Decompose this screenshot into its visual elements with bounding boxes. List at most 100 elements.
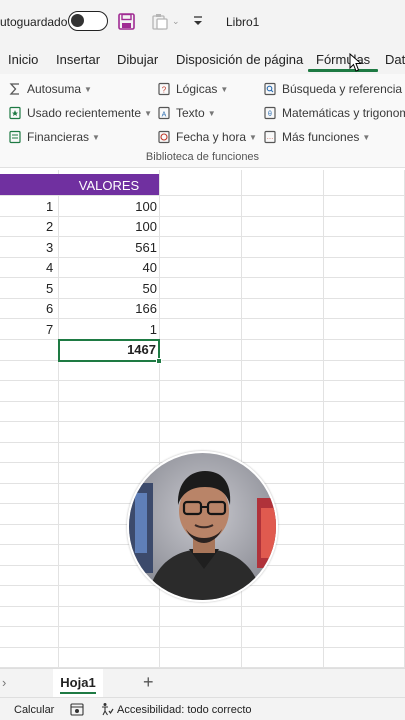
sheet-tab-hoja1[interactable]: Hoja1 (53, 669, 103, 697)
logicas-label: Lógicas (176, 82, 218, 96)
fecha-hora-button[interactable]: Fecha y hora ▼ (157, 128, 257, 146)
value-cell[interactable]: 100 (60, 199, 157, 214)
row-gridline (0, 236, 405, 237)
row-gridline (0, 647, 405, 648)
math-book-icon: θ (263, 106, 277, 120)
row-gridline (0, 442, 405, 443)
autosave-toggle[interactable] (68, 11, 108, 31)
total-value: 1467 (127, 342, 156, 357)
busqueda-referencia-button[interactable]: Búsqueda y referencia ▼ (263, 80, 405, 98)
index-cell[interactable]: 5 (46, 281, 53, 296)
chevron-down-icon: ▼ (92, 132, 100, 142)
chevron-right-icon[interactable]: › (2, 675, 6, 690)
column-gridline (241, 170, 242, 668)
mas-funciones-label: Más funciones (282, 130, 360, 144)
row-gridline (0, 606, 405, 607)
accessibility-icon[interactable] (100, 702, 114, 716)
macro-recording-icon[interactable] (70, 703, 84, 716)
column-gridline (159, 170, 160, 668)
sheet-tabs-bar: › Hoja1 + (0, 668, 405, 697)
title-bar: utoguardado ⌄ Libro1 (0, 0, 405, 44)
svg-text:θ: θ (268, 111, 272, 118)
index-cell[interactable]: 7 (46, 322, 53, 337)
texto-label: Texto (176, 106, 205, 120)
index-cell[interactable]: 3 (46, 240, 53, 255)
financieras-label: Financieras (27, 130, 90, 144)
row-gridline (0, 401, 405, 402)
autosuma-button[interactable]: Autosuma ▼ (8, 80, 92, 98)
sigma-icon (8, 82, 22, 96)
tab-inicio[interactable]: Inicio (8, 52, 38, 67)
chevron-down-icon[interactable]: ⌄ (172, 16, 180, 27)
value-cell[interactable]: 1 (60, 322, 157, 337)
svg-text:?: ? (162, 86, 167, 95)
texto-button[interactable]: A Texto ▼ (157, 104, 216, 122)
function-library-group-label: Biblioteca de funciones (145, 151, 260, 163)
autosave-toggle-knob (71, 14, 84, 27)
column-gridline (58, 170, 59, 668)
row-gridline (0, 626, 405, 627)
clipboard-icon[interactable] (152, 13, 168, 30)
chevron-down-icon: ▼ (249, 132, 257, 142)
more-functions-icon: … (263, 130, 277, 144)
ribbon-tabs: Inicio Insertar Dibujar Disposición de p… (0, 44, 405, 74)
accessibility-status[interactable]: Accesibilidad: todo correcto (117, 704, 252, 716)
row-gridline (0, 421, 405, 422)
column-gridline (323, 170, 324, 668)
index-cell[interactable]: 4 (46, 260, 53, 275)
value-cell[interactable]: 561 (60, 240, 157, 255)
value-cell[interactable]: 100 (60, 219, 157, 234)
status-bar: Calcular Accesibilidad: todo correcto (0, 697, 405, 720)
lookup-book-icon (263, 82, 277, 96)
tab-formulas[interactable]: Fórmulas (316, 52, 370, 67)
matematicas-button[interactable]: θ Matemáticas y trigonome (263, 104, 405, 122)
tab-dibujar[interactable]: Dibujar (117, 52, 158, 67)
mouse-cursor-icon (349, 53, 362, 72)
usado-recientemente-button[interactable]: Usado recientemente ▼ (8, 104, 152, 122)
row-gridline (0, 298, 405, 299)
fecha-hora-label: Fecha y hora (176, 130, 247, 144)
logicas-button[interactable]: ? Lógicas ▼ (157, 80, 228, 98)
index-cell[interactable]: 6 (46, 301, 53, 316)
chevron-down-icon: ▼ (220, 84, 229, 94)
svg-text:…: … (267, 134, 274, 141)
value-cell[interactable]: 166 (60, 301, 157, 316)
customize-toolbar-icon[interactable] (192, 14, 204, 28)
row-gridline (0, 195, 405, 196)
matematicas-label: Matemáticas y trigonome (282, 106, 405, 120)
tab-disposicion[interactable]: Disposición de página (176, 52, 303, 67)
tab-insertar[interactable]: Insertar (56, 52, 100, 67)
tab-datos[interactable]: Dat (385, 52, 405, 67)
row-gridline (0, 380, 405, 381)
row-gridline (0, 257, 405, 258)
index-cell[interactable]: 1 (46, 199, 53, 214)
row-gridline (0, 277, 405, 278)
save-icon[interactable] (118, 13, 135, 30)
financieras-button[interactable]: Financieras ▼ (8, 128, 100, 146)
busqueda-referencia-label: Búsqueda y referencia (282, 82, 403, 96)
usado-recientemente-label: Usado recientemente (27, 106, 142, 120)
fill-handle[interactable] (156, 358, 162, 364)
clock-book-icon (157, 130, 171, 144)
sheet-tab-label: Hoja1 (60, 675, 96, 690)
mas-funciones-button[interactable]: … Más funciones ▼ (263, 128, 370, 146)
star-book-icon (8, 106, 22, 120)
finance-book-icon (8, 130, 22, 144)
webcam-overlay (127, 451, 278, 602)
presenter-avatar (129, 453, 276, 600)
value-cell[interactable]: 50 (60, 281, 157, 296)
chevron-down-icon: ▼ (362, 132, 371, 142)
row-gridline (0, 216, 405, 217)
index-cell[interactable]: 2 (46, 219, 53, 234)
sheet-tab-indicator (60, 692, 96, 694)
add-sheet-button[interactable]: + (143, 672, 154, 693)
active-tab-indicator (308, 69, 378, 72)
svg-text:A: A (162, 112, 167, 119)
ribbon-panel: Autosuma ▼ Usado recientemente ▼ Financi… (0, 74, 405, 168)
value-cell[interactable]: 40 (60, 260, 157, 275)
document-title: Libro1 (226, 15, 260, 29)
calculate-button[interactable]: Calcular (14, 704, 54, 716)
autosuma-label: Autosuma (27, 82, 82, 96)
chevron-down-icon: ▼ (84, 84, 92, 94)
text-book-icon: A (157, 106, 171, 120)
